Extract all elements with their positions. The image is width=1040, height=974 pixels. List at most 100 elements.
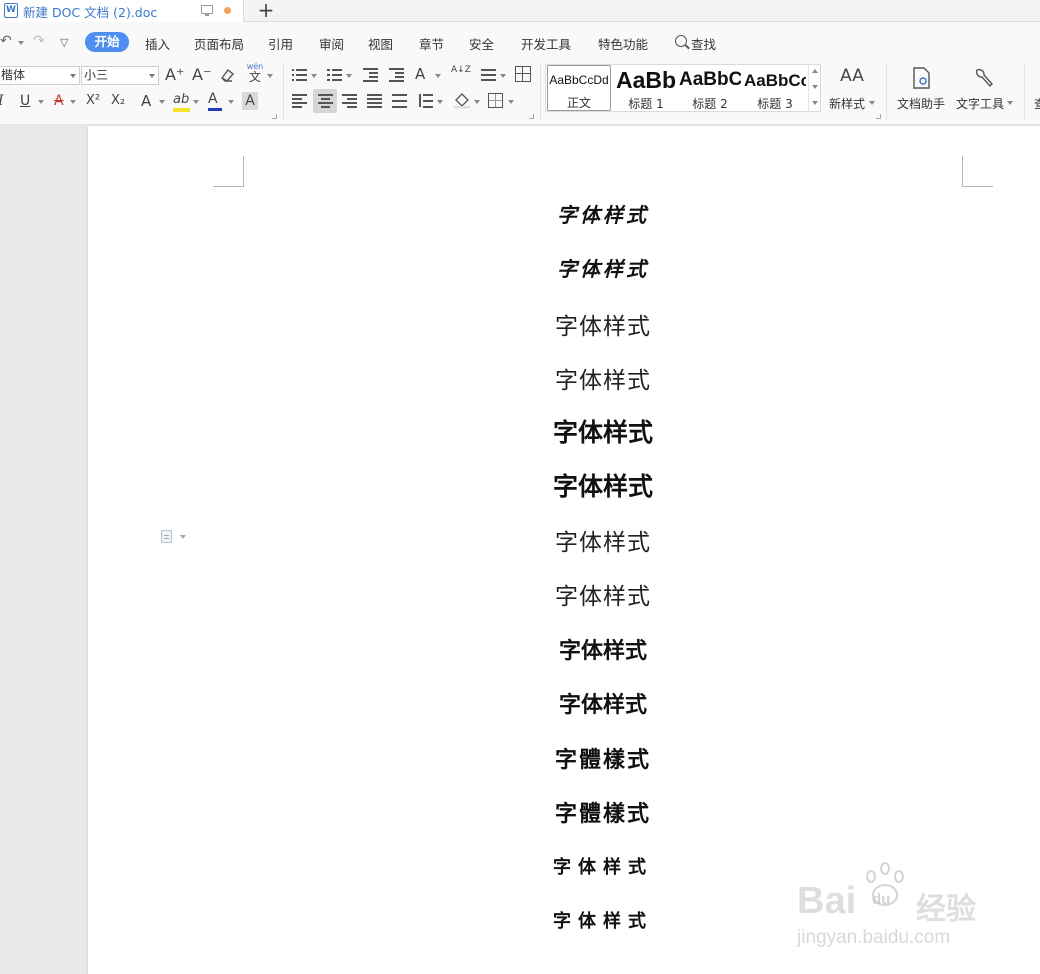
watermark-brand-cn: 经验 <box>916 893 976 926</box>
bullet-list-dropdown-icon[interactable] <box>311 74 317 78</box>
character-shading-button[interactable]: A <box>242 92 258 110</box>
document-line[interactable]: 字体样式 <box>540 199 666 228</box>
strikethrough-button[interactable]: A <box>54 92 64 110</box>
search-button[interactable]: 查找 <box>691 34 716 53</box>
tab-view[interactable]: 视图 <box>368 34 393 53</box>
document-line[interactable]: 字体样式 <box>540 907 666 933</box>
justify-icon[interactable] <box>367 94 382 108</box>
document-line[interactable]: 字体样式 <box>540 361 666 395</box>
tab-references[interactable]: 引用 <box>268 34 293 53</box>
borders-icon[interactable] <box>488 93 503 108</box>
document-line[interactable]: 字体样式 <box>540 687 666 719</box>
paragraph-spacing-dropdown-icon[interactable] <box>500 74 506 78</box>
quick-access-more-icon[interactable]: ▽ <box>60 36 68 49</box>
tab-review[interactable]: 审阅 <box>319 34 344 53</box>
paragraph-options-icon[interactable] <box>161 530 172 543</box>
distributed-align-icon[interactable] <box>392 94 407 108</box>
doc-helper-button[interactable]: 文档助手 <box>897 95 945 112</box>
redo-icon[interactable]: ↷ <box>33 33 45 49</box>
wrench-icon[interactable] <box>971 66 995 90</box>
new-style-icon[interactable]: AA <box>838 67 866 85</box>
style-heading-3[interactable]: AaBbCc 标题 3 <box>744 64 806 112</box>
new-style-dropdown-icon[interactable] <box>869 101 875 105</box>
font-color-dropdown-icon[interactable] <box>228 100 234 104</box>
style-gallery-scroll[interactable] <box>808 65 820 111</box>
expand-gallery-icon[interactable] <box>812 101 818 105</box>
font-name-select[interactable]: 楷体 <box>0 66 80 85</box>
text-effect-dropdown-icon[interactable] <box>159 100 165 104</box>
document-tab[interactable]: W 新建 DOC 文档 (2).doc <box>0 0 244 22</box>
bullet-list-icon[interactable] <box>292 68 307 81</box>
style-normal[interactable]: AaBbCcDd 正文 <box>547 65 611 111</box>
tab-special-features[interactable]: 特色功能 <box>598 34 648 53</box>
document-line[interactable]: 字体样式 <box>540 853 666 879</box>
tab-security[interactable]: 安全 <box>469 34 494 53</box>
text-tools-button[interactable]: 文字工具 <box>956 95 1004 112</box>
styles-dialog-launcher[interactable] <box>876 114 881 119</box>
text-direction-dropdown-icon[interactable] <box>435 74 441 78</box>
tab-page-layout[interactable]: 页面布局 <box>194 34 244 53</box>
document-line[interactable]: 字体样式 <box>540 413 666 449</box>
page-margin-corner-top-right <box>962 156 993 187</box>
undo-dropdown-icon[interactable] <box>18 41 24 45</box>
new-tab-button[interactable]: + <box>255 0 277 22</box>
chevron-down-icon[interactable] <box>812 85 818 89</box>
document-line[interactable]: 字体样式 <box>540 523 666 557</box>
italic-button[interactable]: I <box>0 92 4 110</box>
superscript-button[interactable]: X² <box>86 92 100 110</box>
shrink-font-button[interactable]: A⁻ <box>192 66 211 84</box>
decrease-indent-icon[interactable] <box>363 68 378 82</box>
paragraph-dialog-launcher[interactable] <box>529 114 534 119</box>
line-spacing-icon[interactable] <box>418 94 433 108</box>
document-line[interactable]: 字体样式 <box>540 307 666 341</box>
search-icon[interactable] <box>675 35 687 47</box>
cutoff-ribbon-item[interactable]: 查 <box>1034 95 1040 112</box>
font-size-select[interactable]: 小三 <box>81 66 159 85</box>
paragraph-options-dropdown-icon[interactable] <box>180 535 186 539</box>
undo-icon[interactable]: ↶ <box>0 33 12 49</box>
document-line[interactable]: 字体样式 <box>540 467 666 503</box>
highlight-dropdown-icon[interactable] <box>193 100 199 104</box>
underline-button[interactable]: U <box>20 92 30 110</box>
document-line[interactable]: 字體樣式 <box>540 742 666 774</box>
strikethrough-dropdown-icon[interactable] <box>70 100 76 104</box>
tab-developer[interactable]: 开发工具 <box>521 34 571 53</box>
line-spacing-dropdown-icon[interactable] <box>437 100 443 104</box>
text-effect-button[interactable]: A <box>141 92 151 110</box>
style-heading-1[interactable]: AaBb 标题 1 <box>614 64 678 112</box>
document-line[interactable]: 字体样式 <box>540 577 666 611</box>
paragraph-spacing-icon[interactable] <box>481 68 496 81</box>
highlight-button[interactable]: ab <box>173 91 190 112</box>
align-right-icon[interactable] <box>342 94 357 108</box>
numbered-list-dropdown-icon[interactable] <box>346 74 352 78</box>
monitor-icon[interactable] <box>201 5 213 16</box>
numbered-list-icon[interactable] <box>327 68 342 81</box>
underline-dropdown-icon[interactable] <box>38 100 44 104</box>
tab-home[interactable]: 开始 <box>85 32 129 52</box>
sort-icon[interactable]: A↓Z <box>451 66 471 75</box>
increase-indent-icon[interactable] <box>389 68 404 82</box>
align-left-icon[interactable] <box>292 94 307 108</box>
tab-chapter[interactable]: 章节 <box>419 34 444 53</box>
tab-insert[interactable]: 插入 <box>145 34 170 53</box>
text-direction-icon[interactable]: A <box>415 65 425 83</box>
font-color-button[interactable]: A <box>208 90 222 111</box>
doc-helper-icon[interactable] <box>910 66 932 90</box>
font-dialog-launcher[interactable] <box>272 114 277 119</box>
shading-dropdown-icon[interactable] <box>474 100 480 104</box>
shading-fill-button[interactable] <box>453 91 471 114</box>
chevron-up-icon[interactable] <box>812 69 818 73</box>
borders-dropdown-icon[interactable] <box>508 100 514 104</box>
document-line[interactable]: 字体样式 <box>540 253 666 282</box>
clear-format-button[interactable] <box>218 66 236 89</box>
subscript-button[interactable]: X₂ <box>111 92 125 110</box>
grow-font-button[interactable]: A⁺ <box>165 66 184 84</box>
document-line[interactable]: 字体样式 <box>540 633 666 665</box>
style-heading-2[interactable]: AaBbC 标题 2 <box>679 64 741 112</box>
table-grid-icon[interactable] <box>515 66 531 82</box>
new-style-button[interactable]: 新样式 <box>829 95 865 112</box>
document-line[interactable]: 字體樣式 <box>540 796 666 828</box>
text-tools-dropdown-icon[interactable] <box>1007 101 1013 105</box>
pinyin-guide-button[interactable]: wén 文 <box>246 63 264 84</box>
pinyin-dropdown-icon[interactable] <box>267 74 273 78</box>
